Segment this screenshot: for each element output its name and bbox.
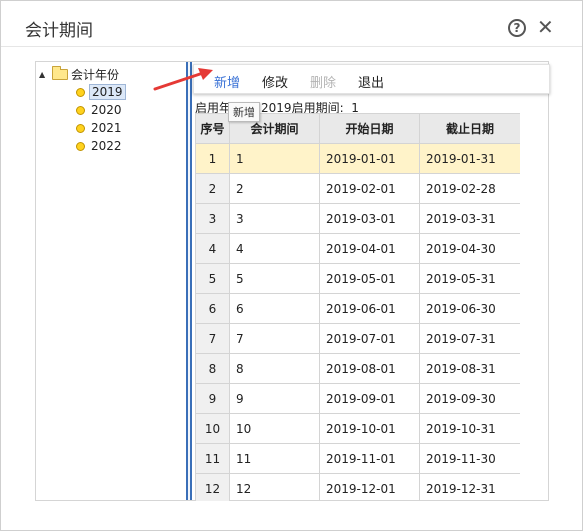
cell-index[interactable]: 10: [195, 413, 230, 444]
table-row[interactable]: 7 7 2019-07-01 2019-07-31: [195, 323, 520, 354]
tree-item-year[interactable]: 2022: [76, 138, 124, 154]
table-row[interactable]: 4 4 2019-04-01 2019-04-30: [195, 233, 520, 264]
cell-period[interactable]: 9: [229, 383, 320, 414]
tree-root-node[interactable]: ▲ 会计年份: [39, 65, 120, 82]
cell-index[interactable]: 9: [195, 383, 230, 414]
new-button[interactable]: 新增: [214, 72, 240, 91]
cell-index[interactable]: 5: [195, 263, 230, 294]
annotation-arrow-icon: [153, 68, 213, 91]
tree-item-label: 2020: [91, 103, 122, 117]
delete-button[interactable]: 删除: [310, 72, 336, 91]
cell-start-date[interactable]: 2019-02-01: [319, 173, 420, 204]
cell-end-date[interactable]: 2019-04-30: [419, 233, 520, 264]
cell-index[interactable]: 8: [195, 353, 230, 384]
tree-item-year[interactable]: 2020: [76, 102, 124, 118]
tree-item-label: 2022: [91, 139, 122, 153]
help-icon[interactable]: ?: [508, 19, 526, 37]
table-row[interactable]: 2 2 2019-02-01 2019-02-28: [195, 173, 520, 204]
dialog-title: 会计期间: [25, 21, 93, 41]
column-header-start-date[interactable]: 开始日期: [319, 113, 420, 144]
close-icon[interactable]: ✕: [537, 16, 554, 38]
cell-start-date[interactable]: 2019-06-01: [319, 293, 420, 324]
cell-end-date[interactable]: 2019-06-30: [419, 293, 520, 324]
cell-start-date[interactable]: 2019-11-01: [319, 443, 420, 474]
table-row[interactable]: 8 8 2019-08-01 2019-08-31: [195, 353, 520, 384]
tree-item-year[interactable]: 2021: [76, 120, 124, 136]
cell-start-date[interactable]: 2019-03-01: [319, 203, 420, 234]
cell-index[interactable]: 1: [195, 143, 230, 174]
table-row[interactable]: 11 11 2019-11-01 2019-11-30: [195, 443, 520, 474]
leaf-node-icon: [76, 141, 85, 151]
cell-end-date[interactable]: 2019-09-30: [419, 383, 520, 414]
cell-index[interactable]: 3: [195, 203, 230, 234]
tree-root-label: 会计年份: [71, 67, 120, 82]
cell-end-date[interactable]: 2019-05-31: [419, 263, 520, 294]
table-row[interactable]: 5 5 2019-05-01 2019-05-31: [195, 263, 520, 294]
toolbar: 新增 修改 删除 退出: [193, 64, 550, 94]
cell-start-date[interactable]: 2019-07-01: [319, 323, 420, 354]
cell-index[interactable]: 11: [195, 443, 230, 474]
cell-period[interactable]: 12: [229, 473, 320, 501]
column-header-index[interactable]: 序号: [195, 113, 230, 144]
cell-index[interactable]: 12: [195, 473, 230, 501]
cell-end-date[interactable]: 2019-08-31: [419, 353, 520, 384]
cell-index[interactable]: 6: [195, 293, 230, 324]
cell-index[interactable]: 4: [195, 233, 230, 264]
leaf-node-icon: [76, 87, 85, 97]
exit-button[interactable]: 退出: [358, 72, 384, 91]
cell-period[interactable]: 5: [229, 263, 320, 294]
cell-start-date[interactable]: 2019-04-01: [319, 233, 420, 264]
cell-period[interactable]: 6: [229, 293, 320, 324]
cell-period[interactable]: 1: [229, 143, 320, 174]
cell-period[interactable]: 8: [229, 353, 320, 384]
table-row[interactable]: 12 12 2019-12-01 2019-12-31: [195, 473, 520, 501]
cell-start-date[interactable]: 2019-05-01: [319, 263, 420, 294]
table-row[interactable]: 3 3 2019-03-01 2019-03-31: [195, 203, 520, 234]
cell-start-date[interactable]: 2019-12-01: [319, 473, 420, 501]
content-panel: ▲ 会计年份 2019 2020 2021 2022 新增 修改 删除 退出 启用年 2…: [35, 61, 550, 501]
cell-period[interactable]: 10: [229, 413, 320, 444]
cell-start-date[interactable]: 2019-08-01: [319, 353, 420, 384]
edit-button[interactable]: 修改: [262, 72, 288, 91]
cell-index[interactable]: 7: [195, 323, 230, 354]
cell-start-date[interactable]: 2019-10-01: [319, 413, 420, 444]
period-table: 序号 会计期间 开始日期 截止日期 1 1 2019-01-01 2019-01-31…: [195, 113, 520, 501]
collapse-toggle-icon[interactable]: ▲: [39, 70, 49, 79]
cell-period[interactable]: 7: [229, 323, 320, 354]
accounting-period-dialog: 会计期间 ? ✕ ▲ 会计年份 2019 2020 2021 2022 新增 修改 删…: [0, 0, 583, 531]
column-header-end-date[interactable]: 截止日期: [419, 113, 520, 144]
table-row[interactable]: 1 1 2019-01-01 2019-01-31: [195, 143, 520, 174]
cell-period[interactable]: 11: [229, 443, 320, 474]
cell-end-date[interactable]: 2019-12-31: [419, 473, 520, 501]
cell-start-date[interactable]: 2019-01-01: [319, 143, 420, 174]
cell-period[interactable]: 4: [229, 233, 320, 264]
new-button-tooltip: 新增: [228, 102, 260, 122]
table-row[interactable]: 10 10 2019-10-01 2019-10-31: [195, 413, 520, 444]
tree-item-label: 2021: [91, 121, 122, 135]
cell-index[interactable]: 2: [195, 173, 230, 204]
table-row[interactable]: 6 6 2019-06-01 2019-06-30: [195, 293, 520, 324]
cell-period[interactable]: 3: [229, 203, 320, 234]
cell-period[interactable]: 2: [229, 173, 320, 204]
cell-end-date[interactable]: 2019-11-30: [419, 443, 520, 474]
title-bar: 会计期间 ? ✕: [1, 1, 582, 47]
cell-end-date[interactable]: 2019-10-31: [419, 413, 520, 444]
year-tree: ▲ 会计年份 2019 2020 2021 2022: [36, 62, 186, 500]
cell-end-date[interactable]: 2019-01-31: [419, 143, 520, 174]
leaf-node-icon: [76, 123, 85, 133]
leaf-node-icon: [76, 105, 85, 115]
cell-end-date[interactable]: 2019-03-31: [419, 203, 520, 234]
tree-item-year[interactable]: 2019: [76, 84, 126, 100]
cell-end-date[interactable]: 2019-02-28: [419, 173, 520, 204]
panel-splitter[interactable]: [186, 62, 192, 500]
cell-start-date[interactable]: 2019-09-01: [319, 383, 420, 414]
period-table-container: 序号 会计期间 开始日期 截止日期 1 1 2019-01-01 2019-01-31…: [195, 113, 520, 501]
folder-icon: [52, 65, 68, 80]
cell-end-date[interactable]: 2019-07-31: [419, 323, 520, 354]
table-row[interactable]: 9 9 2019-09-01 2019-09-30: [195, 383, 520, 414]
tree-item-label: 2019: [89, 84, 126, 100]
